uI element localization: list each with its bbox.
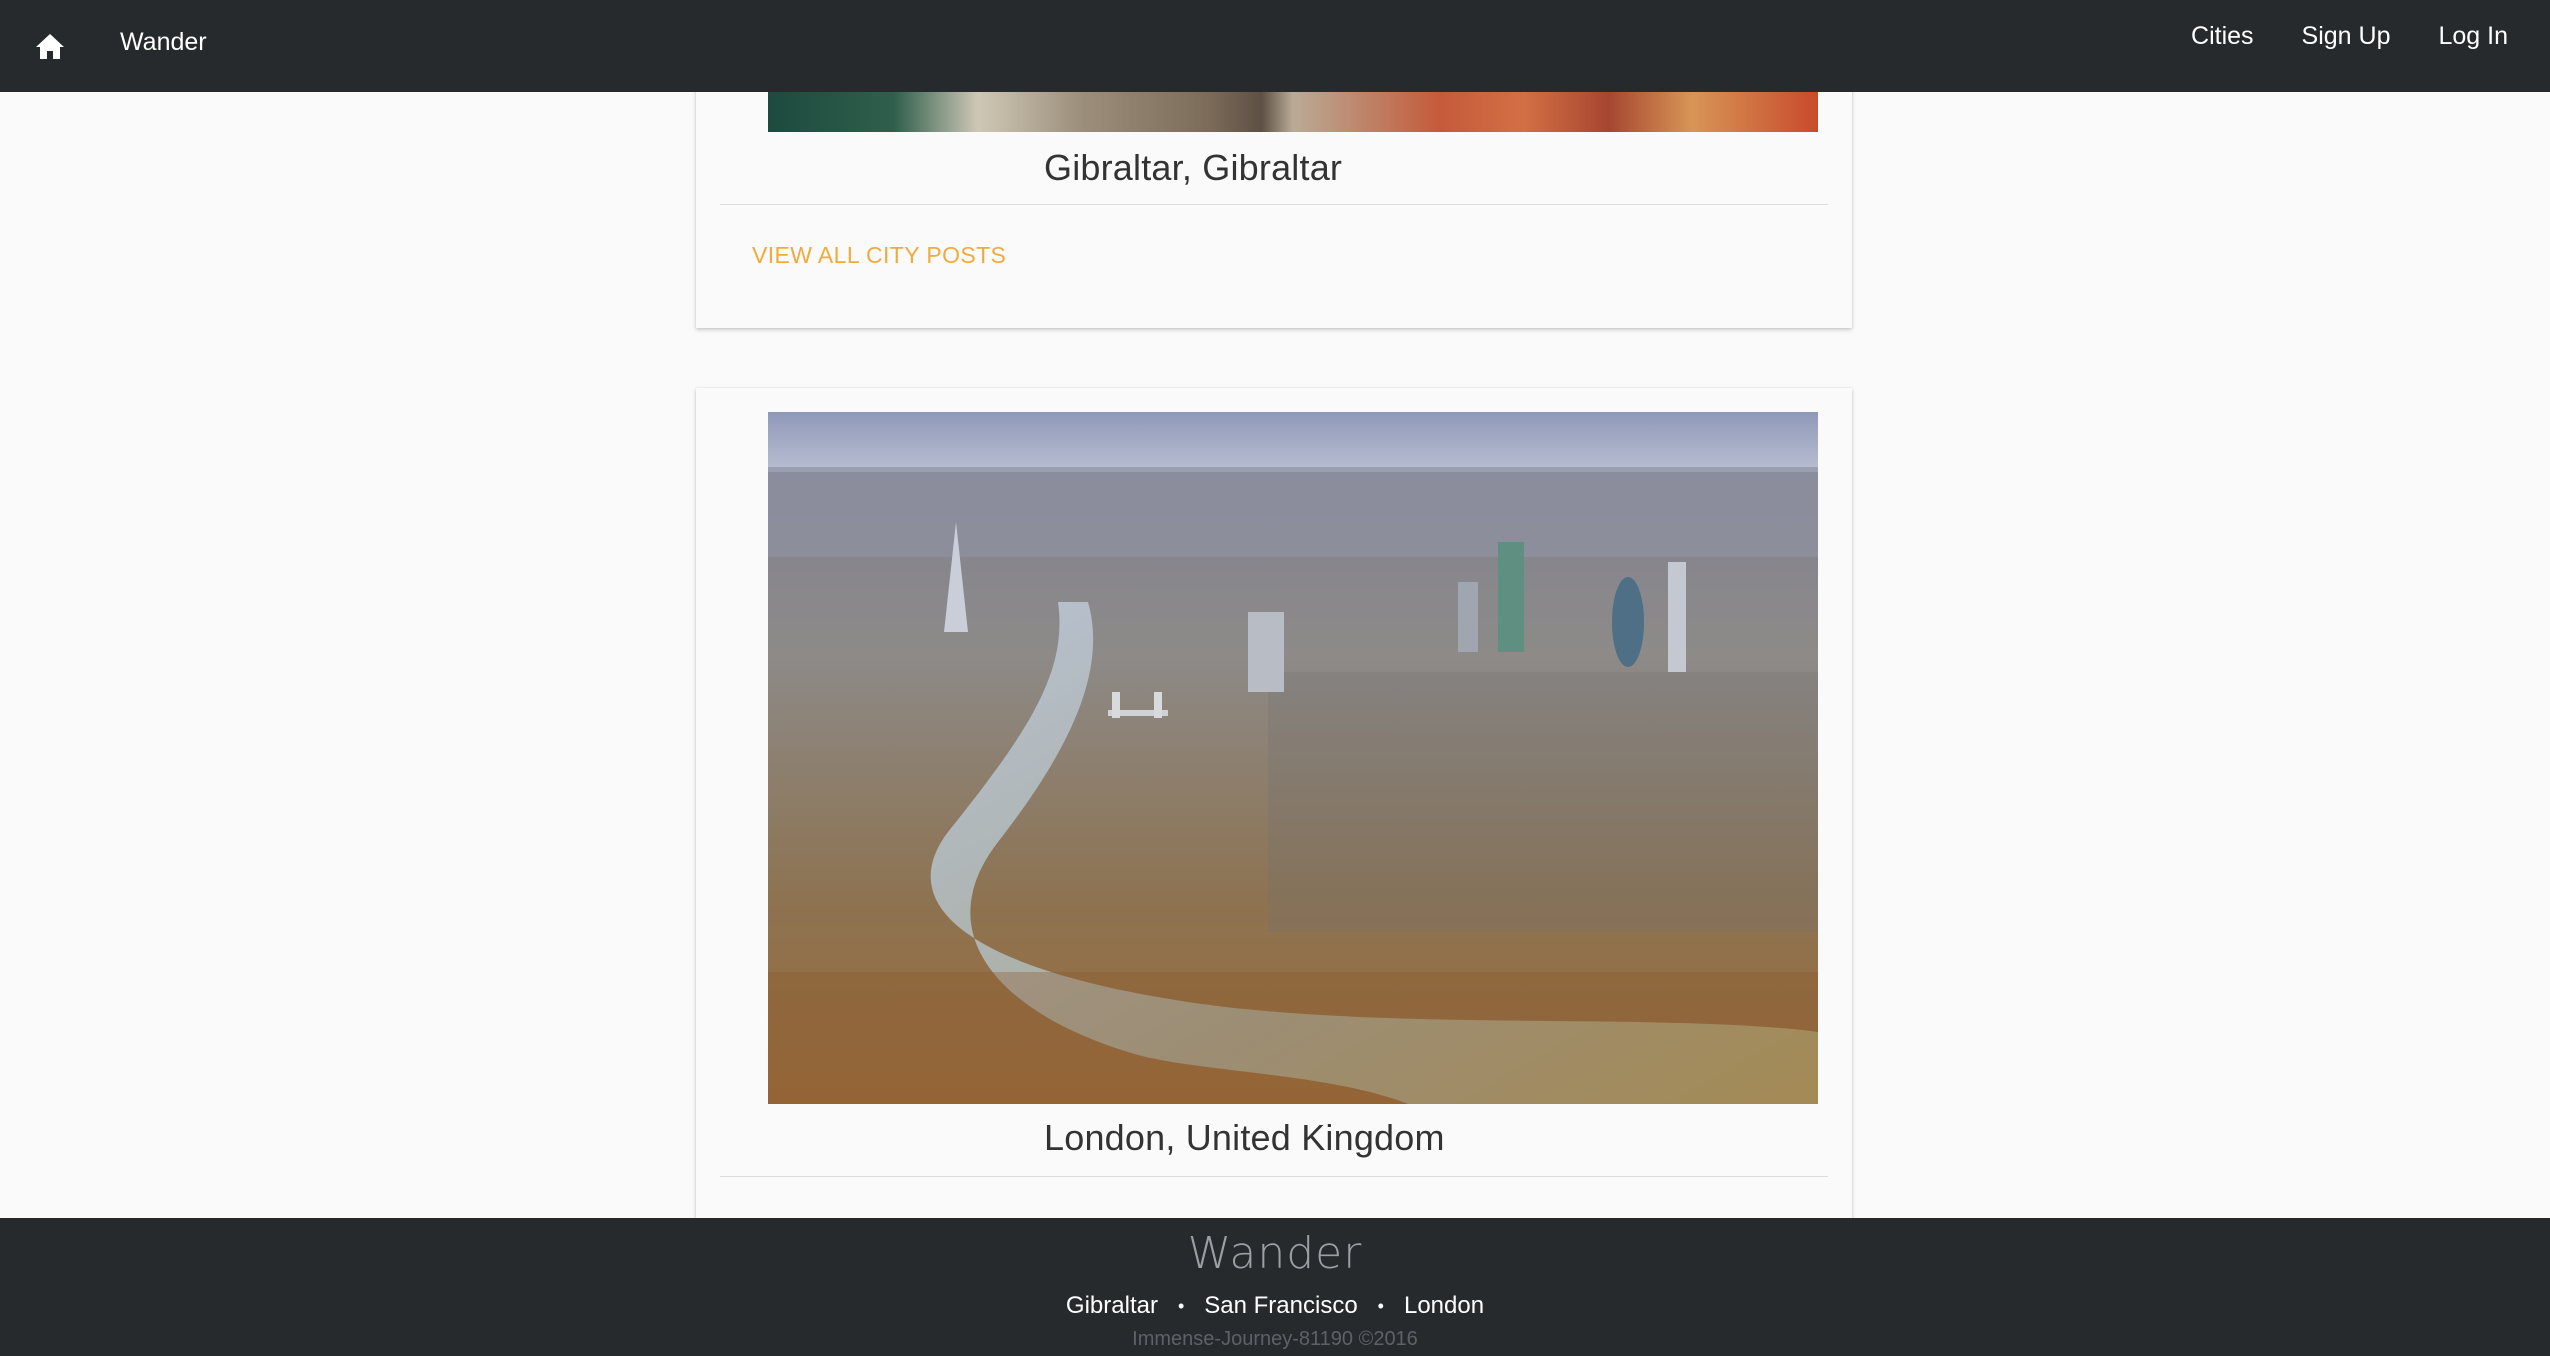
city-name: Gibraltar, Gibraltar [1044,147,1343,188]
footer-link-london[interactable]: London [1404,1290,1484,1322]
card-divider [720,204,1828,205]
view-all-city-posts-link[interactable]: VIEW ALL CITY POSTS [752,240,1006,270]
top-navbar: Wander Cities Sign Up Log In [0,0,2550,92]
city-photo-london[interactable] [768,412,1818,1104]
home-icon [36,34,64,59]
footer: Wander Gibraltar • San Francisco • Londo… [0,1218,2550,1356]
nav-links: Cities Sign Up Log In [2167,18,2532,54]
nav-cities-link[interactable]: Cities [2167,18,2278,54]
footer-separator: • [1177,1296,1185,1316]
brand-link[interactable]: Wander [120,26,207,58]
footer-link-san-francisco[interactable]: San Francisco [1204,1290,1357,1322]
city-card-london: London, United Kingdom [696,388,1852,1348]
home-button[interactable] [30,26,70,66]
footer-brand: Wander [1187,1228,1363,1279]
city-name: London, United Kingdom [1044,1117,1445,1158]
footer-city-links: Gibraltar • San Francisco • London [0,1290,2550,1322]
nav-login-link[interactable]: Log In [2414,18,2532,54]
footer-copyright: Immense-Journey-81190 ©2016 [1132,1328,1418,1350]
card-divider [720,1176,1828,1177]
footer-link-gibraltar[interactable]: Gibraltar [1066,1290,1158,1322]
footer-separator: • [1377,1296,1384,1316]
nav-signup-link[interactable]: Sign Up [2278,18,2415,54]
